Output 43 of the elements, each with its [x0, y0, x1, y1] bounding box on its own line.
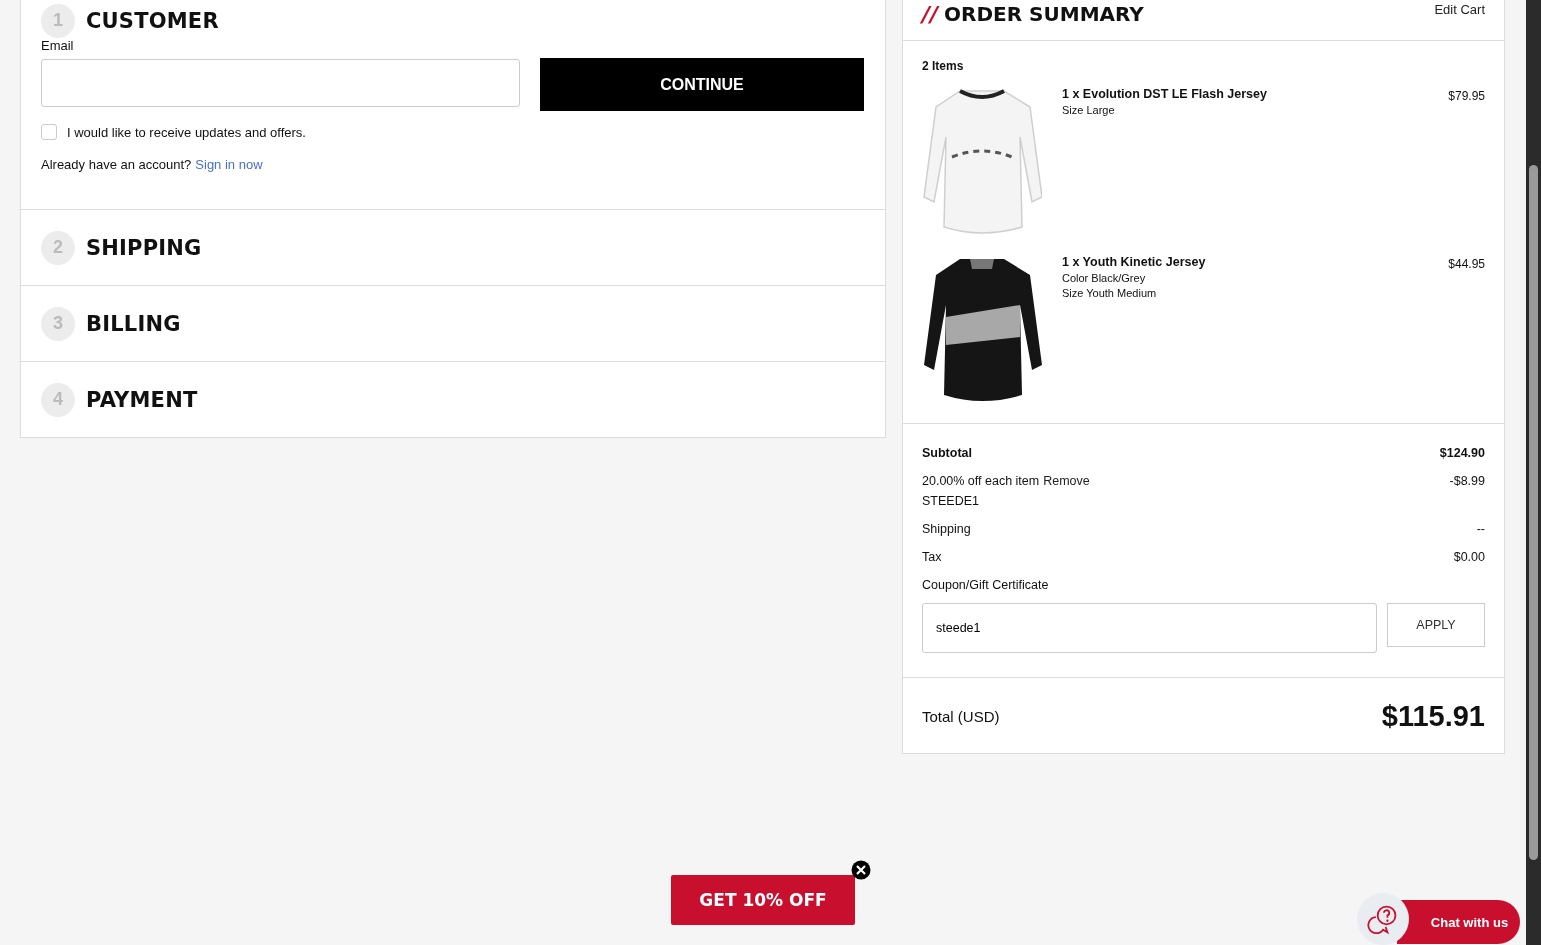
newsletter-label: I would like to receive updates and offers. — [67, 124, 306, 140]
scrollbar[interactable] — [1526, 0, 1541, 945]
item-detail: Size Large — [1062, 104, 1116, 116]
discount-value: -$8.99 — [1449, 474, 1485, 490]
email-label: Email — [41, 38, 75, 53]
close-icon[interactable] — [851, 860, 871, 880]
sign-in-link[interactable]: Sign in now — [195, 157, 263, 172]
coupon-input[interactable]: steede1 — [922, 603, 1377, 653]
step-title: SHIPPING — [86, 235, 202, 260]
apply-button[interactable]: APPLY — [1387, 603, 1485, 647]
step-title: CUSTOMER — [86, 8, 219, 33]
item-name: 1 x Youth Kinetic Jersey — [1062, 255, 1207, 269]
subtotal-label: Subtotal — [922, 446, 972, 460]
item-name: 1 x Evolution DST LE Flash Jersey — [1062, 87, 1268, 101]
newsletter-checkbox[interactable] — [41, 124, 57, 140]
chat-bubbles-icon — [1367, 903, 1399, 935]
item-price: $44.95 — [1448, 257, 1485, 273]
coupon-label: Coupon/Gift Certificate — [922, 578, 1050, 592]
continue-button[interactable]: CONTINUE — [540, 58, 864, 111]
summary-line-value: -- — [1476, 522, 1485, 536]
summary-line-label: Shipping — [922, 522, 971, 536]
order-summary-title: ORDER SUMMARY — [944, 2, 1144, 27]
items-count: 2 Items — [922, 59, 965, 73]
subtotal-value: $124.90 — [1439, 446, 1485, 460]
item-detail: Size Youth Medium — [1062, 287, 1158, 299]
remove-link[interactable]: Remove — [1043, 474, 1090, 488]
total-value: $115.91 — [1381, 700, 1485, 733]
account-prompt: Already have an account? — [41, 157, 192, 172]
title-slashes: // — [922, 2, 939, 27]
step-title: PAYMENT — [86, 387, 198, 412]
item-price: $79.95 — [1448, 89, 1485, 105]
step-title: BILLING — [86, 311, 181, 336]
total-label: Total (USD) — [922, 708, 1000, 725]
email-input[interactable] — [41, 59, 520, 107]
item-detail: Color Black/Grey — [1062, 272, 1147, 284]
coupon-code: STEEDE1 — [922, 494, 980, 508]
summary-line-label: Tax — [922, 550, 942, 564]
chat-button[interactable]: Chat with us — [1397, 900, 1520, 944]
discount-popup-button[interactable]: GET 10% OFF — [671, 875, 855, 925]
discount-label: 20.00% off each item — [922, 474, 1040, 488]
edit-cart-link[interactable]: Edit Cart — [1434, 2, 1485, 17]
chat-icon-badge[interactable] — [1357, 893, 1409, 945]
summary-line-value: $0.00 — [1453, 550, 1485, 564]
